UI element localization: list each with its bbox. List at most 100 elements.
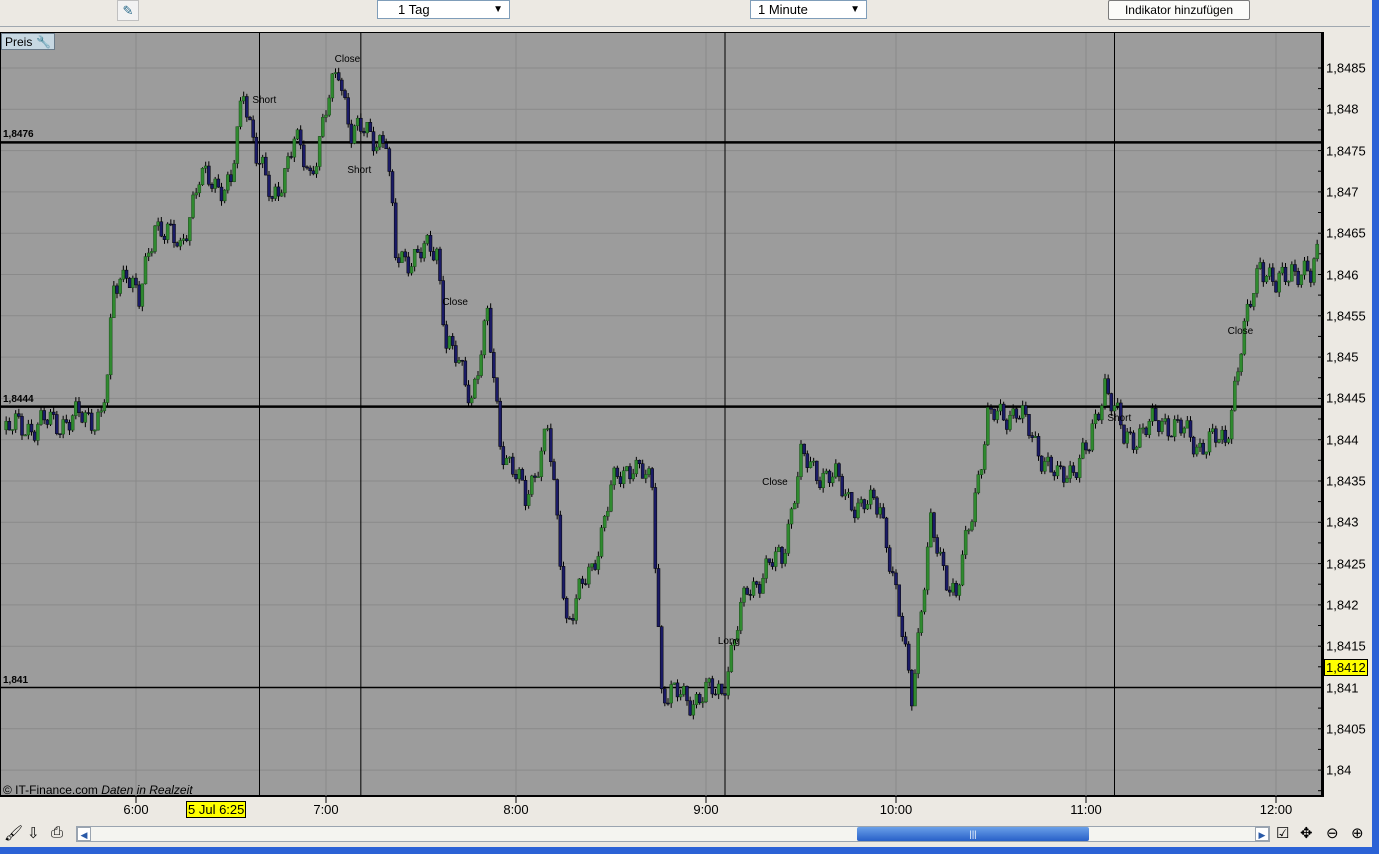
- scroll-thumb[interactable]: |||: [857, 827, 1089, 841]
- candle-body: [460, 360, 464, 362]
- candle-body: [1261, 262, 1266, 283]
- candle-body: [1008, 415, 1012, 430]
- candle-body: [124, 269, 129, 279]
- candle-body: [305, 166, 309, 169]
- candle-body: [900, 616, 905, 637]
- candle-body: [194, 192, 198, 196]
- candle-body: [260, 156, 265, 164]
- candle-body: [875, 497, 879, 515]
- candle-body: [745, 587, 749, 595]
- candle-body: [197, 184, 202, 194]
- candle-body: [264, 156, 268, 176]
- zoom-out-icon[interactable]: ⊖: [1326, 824, 1339, 842]
- candle-body: [1223, 429, 1228, 443]
- candle-body: [710, 678, 715, 695]
- move-icon[interactable]: ✥: [1300, 824, 1313, 842]
- candle-body: [219, 186, 224, 202]
- candle-body: [758, 584, 762, 594]
- candle-body: [910, 669, 914, 707]
- candle-body: [827, 470, 832, 484]
- candle-body: [241, 96, 246, 102]
- candle-body: [476, 375, 480, 380]
- candle-body: [1258, 262, 1262, 269]
- candle-body: [678, 694, 683, 698]
- x-tick-label: 6:00: [123, 802, 149, 817]
- candle-body: [834, 463, 838, 478]
- candle-body: [102, 402, 107, 412]
- candle-body: [1201, 442, 1205, 455]
- candle-body: [226, 174, 230, 191]
- scroll-right-button[interactable]: ▶: [1255, 827, 1269, 841]
- candle-body: [378, 135, 382, 148]
- candle-body: [1128, 431, 1133, 434]
- candle-body: [960, 554, 965, 586]
- candle-body: [1283, 266, 1288, 282]
- candle-body: [590, 563, 594, 568]
- candle-body: [314, 166, 319, 175]
- price-panel-label[interactable]: Preis 🔧: [1, 33, 55, 50]
- candle-body: [498, 400, 502, 447]
- candle-body: [602, 516, 607, 528]
- candle-body: [944, 565, 949, 591]
- candle-body: [137, 284, 141, 307]
- candle-body: [792, 503, 797, 510]
- candle-body: [878, 507, 882, 515]
- candle-body: [349, 123, 354, 144]
- candle-body: [637, 459, 642, 464]
- zoom-in-icon[interactable]: ⊕: [1351, 824, 1364, 842]
- wrench-icon[interactable]: 🔧: [36, 34, 51, 51]
- export-icon[interactable]: ⇩: [27, 824, 40, 842]
- candle-body: [849, 492, 854, 511]
- time-scrollbar[interactable]: ◀ ||| ▶: [76, 826, 1270, 842]
- y-tick-label: 1,842: [1326, 597, 1359, 613]
- candle-body: [273, 186, 278, 199]
- candle-body: [454, 345, 458, 363]
- candle-body: [1030, 435, 1034, 438]
- candle-body: [796, 476, 800, 504]
- candle-body: [108, 317, 113, 376]
- candle-body: [580, 578, 585, 584]
- candle-body: [517, 469, 521, 480]
- settings-check-icon[interactable]: ☑: [1276, 824, 1289, 842]
- y-tick-label: 1,844: [1326, 432, 1359, 448]
- x-tick-label: 8:00: [503, 802, 529, 817]
- scroll-left-button[interactable]: ◀: [77, 827, 91, 841]
- candle-body: [1039, 455, 1044, 472]
- candle-body: [482, 320, 487, 356]
- candle-body: [1172, 419, 1177, 437]
- candle-body: [1131, 432, 1136, 450]
- candle-body: [1109, 393, 1114, 412]
- candle-body: [881, 507, 886, 519]
- candle-body: [64, 419, 69, 423]
- candle-body: [707, 678, 711, 683]
- candle-body: [1233, 380, 1237, 411]
- print-icon[interactable]: ⎙: [51, 824, 63, 841]
- candle-body: [675, 682, 680, 698]
- candle-body: [887, 547, 892, 572]
- candle-body: [371, 131, 376, 152]
- trade-annotation: Close: [1227, 326, 1254, 338]
- candle-body: [682, 685, 686, 695]
- candle-body: [967, 529, 971, 532]
- candle-body: [419, 251, 423, 259]
- candle-body: [815, 460, 819, 481]
- candle-body: [970, 521, 974, 531]
- candle-body: [511, 456, 515, 475]
- candle-body: [1299, 274, 1304, 285]
- y-tick-label: 1,8465: [1326, 225, 1366, 241]
- candle-body: [1068, 465, 1072, 479]
- candle-body: [1280, 266, 1285, 274]
- candle-body: [330, 73, 335, 99]
- candle-body: [571, 618, 575, 621]
- candle-body: [203, 165, 208, 169]
- candle-body: [1252, 293, 1256, 307]
- candle-body: [821, 472, 825, 489]
- candle-body: [666, 702, 670, 705]
- candle-body: [1157, 420, 1161, 432]
- brush-icon[interactable]: 🖌: [4, 824, 23, 842]
- candle-body: [628, 466, 632, 480]
- candle-body: [435, 248, 439, 261]
- candle-body: [783, 553, 787, 564]
- candle-body: [1005, 419, 1009, 430]
- candle-body: [1096, 413, 1101, 421]
